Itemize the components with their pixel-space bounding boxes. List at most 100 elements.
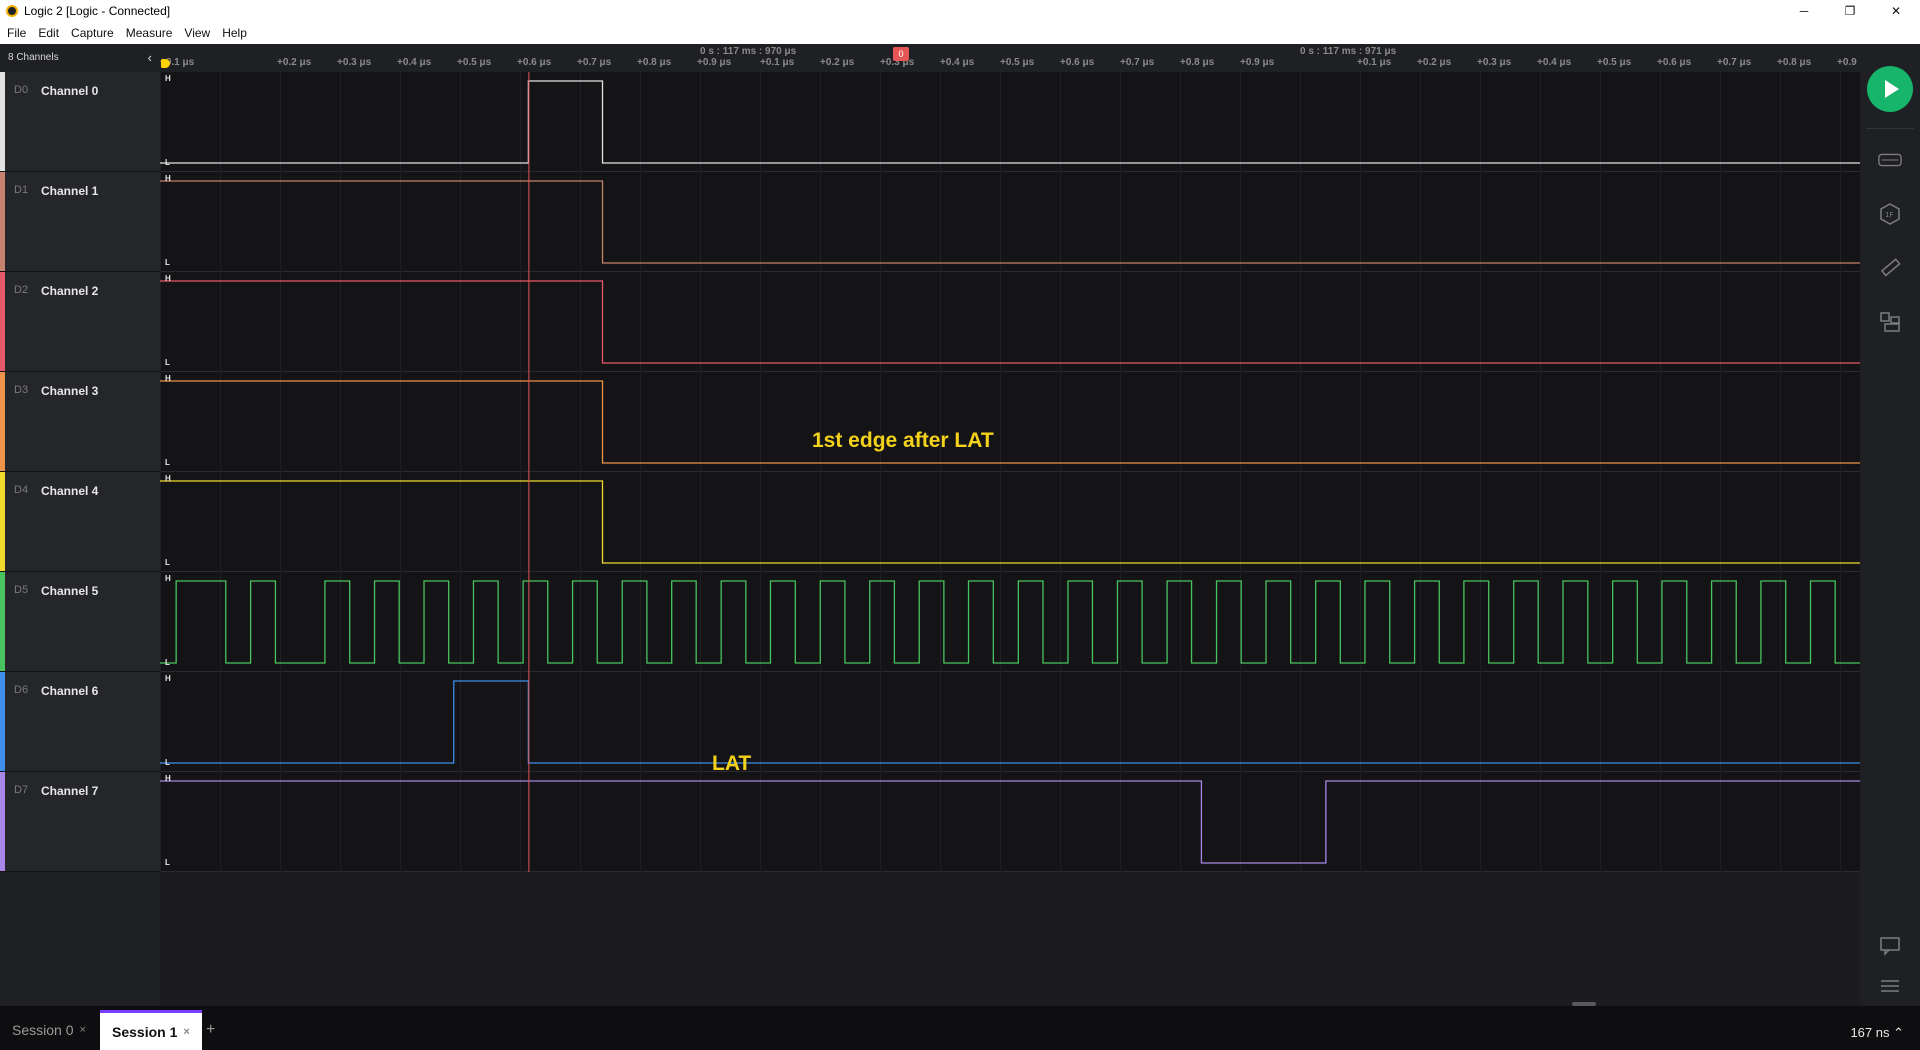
channel-color-stripe bbox=[0, 772, 5, 871]
window-title: Logic 2 [Logic - Connected] bbox=[24, 4, 171, 18]
channel-id: D7 bbox=[14, 784, 29, 796]
ruler-reference-left: 0 s : 117 ms : 970 μs bbox=[700, 46, 797, 57]
channel-id: D6 bbox=[14, 684, 29, 696]
chevron-left-icon[interactable]: ‹ bbox=[148, 50, 152, 65]
channel-color-stripe bbox=[0, 172, 5, 271]
channel-lane bbox=[160, 272, 1860, 371]
channel-row[interactable]: D3 Channel 3 bbox=[0, 372, 160, 472]
level-low-label: L bbox=[165, 658, 170, 667]
notes-icon[interactable] bbox=[1878, 934, 1902, 958]
play-icon bbox=[1885, 80, 1899, 98]
channel-lane bbox=[160, 672, 1860, 771]
menu-bar: File Edit Capture Measure View Help bbox=[0, 22, 1920, 44]
menu-edit[interactable]: Edit bbox=[31, 26, 64, 40]
right-rail: 1F bbox=[1860, 44, 1920, 1006]
channel-id: D1 bbox=[14, 184, 29, 196]
level-low-label: L bbox=[165, 458, 170, 467]
ruler-tick-label: +0.4 μs bbox=[397, 57, 432, 68]
ruler-tick-label: +0.4 μs bbox=[1537, 57, 1572, 68]
ruler-tick-label: +0.7 μs bbox=[1717, 57, 1752, 68]
annotation-edge-label: 1st edge after LAT bbox=[812, 429, 994, 452]
ruler-tick-label: +0.8 μs bbox=[637, 57, 672, 68]
waveform-area[interactable]: 1st edge after LAT LAT HLHLHLHLHLHLHLHL bbox=[160, 72, 1860, 917]
channel-id: D2 bbox=[14, 284, 29, 296]
close-tab-icon[interactable]: × bbox=[79, 1024, 85, 1036]
ruler-tick-label: +0.1 μs bbox=[760, 57, 795, 68]
analyzers-icon[interactable] bbox=[1878, 148, 1902, 172]
app-area: 8 Channels ‹ D0 Channel 0 D1 Channel 1 D2 Cha… bbox=[0, 44, 1920, 1006]
channel-name[interactable]: Channel 0 bbox=[41, 84, 98, 98]
menu-view[interactable]: View bbox=[177, 26, 215, 40]
channel-lane bbox=[160, 172, 1860, 271]
ruler-tick-label: +0.5 μs bbox=[1000, 57, 1035, 68]
ruler-tick-label: +0.9 μs bbox=[1240, 57, 1275, 68]
zoom-level[interactable]: 167 ns ⌃ bbox=[1850, 1025, 1904, 1041]
channel-color-stripe bbox=[0, 472, 5, 571]
ruler-tick-label: +0.8 μs bbox=[1180, 57, 1215, 68]
menu-help[interactable]: Help bbox=[215, 26, 252, 40]
channel-row[interactable]: D6 Channel 6 bbox=[0, 672, 160, 772]
menu-file[interactable]: File bbox=[0, 26, 31, 40]
time-ruler[interactable]: 0 s : 117 ms : 970 μs 0 s : 117 ms : 971… bbox=[160, 44, 1860, 72]
close-tab-icon[interactable]: × bbox=[183, 1026, 189, 1038]
level-high-label: H bbox=[165, 174, 171, 183]
channel-row[interactable]: D7 Channel 7 bbox=[0, 772, 160, 872]
level-high-label: H bbox=[165, 674, 171, 683]
close-button[interactable]: ✕ bbox=[1873, 0, 1919, 22]
ruler-tick-label: +0.3 μs bbox=[1477, 57, 1512, 68]
measure-icon[interactable] bbox=[1878, 256, 1902, 280]
level-high-label: H bbox=[165, 474, 171, 483]
menu-icon[interactable] bbox=[1878, 974, 1902, 998]
channel-row[interactable]: D0 Channel 0 bbox=[0, 72, 160, 172]
play-button[interactable] bbox=[1867, 66, 1913, 112]
level-low-label: L bbox=[165, 258, 170, 267]
layout-icon[interactable] bbox=[1878, 310, 1902, 334]
timeline-handle[interactable] bbox=[161, 59, 170, 68]
channel-id: D4 bbox=[14, 484, 29, 496]
svg-text:1F: 1F bbox=[1885, 211, 1893, 219]
channel-color-stripe bbox=[0, 372, 5, 471]
channel-row[interactable]: D2 Channel 2 bbox=[0, 272, 160, 372]
menu-measure[interactable]: Measure bbox=[119, 26, 178, 40]
ruler-tick-label: +0.4 μs bbox=[940, 57, 975, 68]
ruler-tick-label: +0.9 μs bbox=[697, 57, 732, 68]
ruler-tick-label: +0.8 μs bbox=[1777, 57, 1812, 68]
ruler-tick-label: +0.3 μs bbox=[337, 57, 372, 68]
channel-row[interactable]: D4 Channel 4 bbox=[0, 472, 160, 572]
extensions-icon[interactable]: 1F bbox=[1878, 202, 1902, 226]
channel-row[interactable]: D1 Channel 1 bbox=[0, 172, 160, 272]
annotation-lat-label: LAT bbox=[712, 752, 752, 775]
rail-divider bbox=[1866, 128, 1914, 129]
level-high-label: H bbox=[165, 774, 171, 783]
menu-capture[interactable]: Capture bbox=[64, 26, 119, 40]
channel-count: 8 Channels bbox=[8, 52, 59, 63]
level-low-label: L bbox=[165, 358, 170, 367]
channel-name[interactable]: Channel 6 bbox=[41, 684, 98, 698]
channel-name[interactable]: Channel 1 bbox=[41, 184, 98, 198]
level-high-label: H bbox=[165, 74, 171, 83]
channel-lane bbox=[160, 372, 1860, 471]
channel-row[interactable]: D5 Channel 5 bbox=[0, 572, 160, 672]
ruler-reference-right: 0 s : 117 ms : 971 μs bbox=[1300, 46, 1397, 57]
ruler-tick-label: +0.2 μs bbox=[820, 57, 855, 68]
timing-marker-badge[interactable]: 0 bbox=[893, 47, 909, 61]
tab-session-1[interactable]: Session 1 × bbox=[100, 1010, 202, 1050]
ruler-tick-label: +0.6 μs bbox=[517, 57, 552, 68]
ruler-tick-label: +0.2 μs bbox=[1417, 57, 1452, 68]
waveform-canvas bbox=[160, 72, 1860, 872]
ruler-tick-label: +0.2 μs bbox=[277, 57, 312, 68]
channel-lane bbox=[160, 472, 1860, 571]
channel-name[interactable]: Channel 7 bbox=[41, 784, 98, 798]
maximize-button[interactable]: ❐ bbox=[1827, 0, 1873, 22]
channel-name[interactable]: Channel 3 bbox=[41, 384, 98, 398]
add-session-button[interactable]: + bbox=[206, 1021, 215, 1039]
ruler-tick-label: +0.6 μs bbox=[1657, 57, 1692, 68]
level-low-label: L bbox=[165, 858, 170, 867]
channel-lane bbox=[160, 72, 1860, 171]
channel-name[interactable]: Channel 4 bbox=[41, 484, 98, 498]
channel-name[interactable]: Channel 5 bbox=[41, 584, 98, 598]
minimize-button[interactable]: ─ bbox=[1781, 0, 1827, 22]
tab-session-0[interactable]: Session 0 × bbox=[0, 1010, 98, 1050]
level-low-label: L bbox=[165, 158, 170, 167]
channel-name[interactable]: Channel 2 bbox=[41, 284, 98, 298]
